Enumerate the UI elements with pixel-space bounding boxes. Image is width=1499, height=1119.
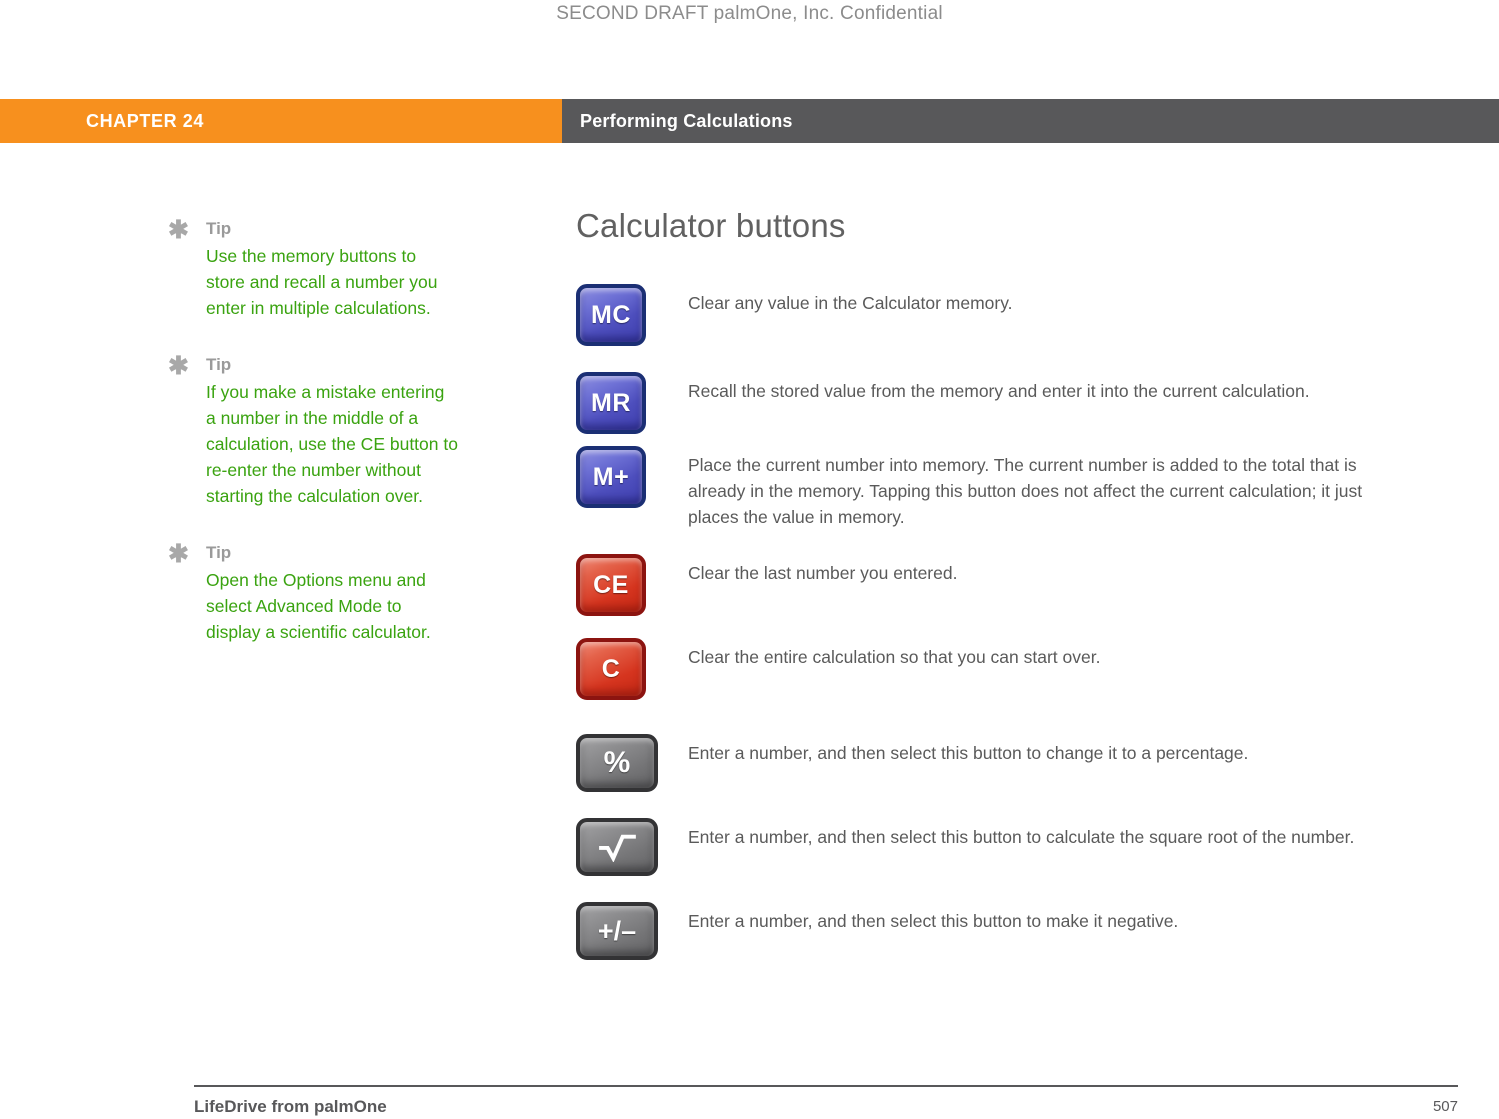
calculator-key-m-plus[interactable]: M+ bbox=[576, 446, 646, 508]
button-cell: MC bbox=[576, 284, 688, 346]
button-cell: % bbox=[576, 734, 688, 792]
chapter-title-label: Performing Calculations bbox=[580, 110, 793, 131]
tip-body: Tip Use the memory buttons to store and … bbox=[168, 218, 458, 321]
button-description: Clear any value in the Calculator memory… bbox=[688, 293, 1013, 313]
draft-confidential-header: SECOND DRAFT palmOne, Inc. Confidential bbox=[556, 3, 943, 24]
tip-item: ✱ Tip Open the Options menu and select A… bbox=[168, 542, 458, 645]
tip-item: ✱ Tip If you make a mistake entering a n… bbox=[168, 354, 458, 509]
tip-text: Open the Options menu and select Advance… bbox=[206, 570, 431, 642]
button-cell: M+ bbox=[576, 446, 688, 508]
calculator-key-mr[interactable]: MR bbox=[576, 372, 646, 434]
button-cell: MR bbox=[576, 372, 688, 434]
footer-divider bbox=[194, 1085, 1458, 1087]
calculator-button-row: CE Clear the last number you entered. bbox=[576, 554, 1366, 616]
calculator-key-plus-minus[interactable]: +/– bbox=[576, 902, 658, 960]
main-content: Calculator buttons MC Clear any value in… bbox=[576, 206, 1366, 960]
footer-page-number: 507 bbox=[1432, 1098, 1458, 1115]
calculator-button-row: M+ Place the current number into memory.… bbox=[576, 446, 1366, 530]
tip-text: Use the memory buttons to store and reca… bbox=[206, 246, 438, 318]
calculator-key-c[interactable]: C bbox=[576, 638, 646, 700]
calculator-button-row: MR Recall the stored value from the memo… bbox=[576, 372, 1366, 434]
asterisk-icon: ✱ bbox=[168, 216, 189, 244]
calculator-key-square-root[interactable] bbox=[576, 818, 658, 876]
button-description: Clear the entire calculation so that you… bbox=[688, 647, 1101, 667]
tip-text: If you make a mistake entering a number … bbox=[206, 382, 458, 506]
button-description: Recall the stored value from the memory … bbox=[688, 381, 1310, 401]
page-title: Calculator buttons bbox=[576, 207, 846, 244]
calculator-key-mc[interactable]: MC bbox=[576, 284, 646, 346]
calculator-button-row: Enter a number, and then select this but… bbox=[576, 818, 1366, 876]
calculator-key-percent[interactable]: % bbox=[576, 734, 658, 792]
footer-product-name: LifeDrive from palmOne bbox=[194, 1097, 387, 1116]
tip-body: Tip If you make a mistake entering a num… bbox=[168, 354, 458, 509]
button-description: Place the current number into memory. Th… bbox=[688, 455, 1363, 527]
button-cell: C bbox=[576, 638, 688, 700]
button-cell: CE bbox=[576, 554, 688, 616]
calculator-key-ce[interactable]: CE bbox=[576, 554, 646, 616]
chapter-title-band: Performing Calculations bbox=[562, 99, 1499, 143]
tip-label: Tip bbox=[206, 355, 232, 374]
calculator-button-row: % Enter a number, and then select this b… bbox=[576, 734, 1366, 792]
tip-item: ✱ Tip Use the memory buttons to store an… bbox=[168, 218, 458, 321]
button-description: Clear the last number you entered. bbox=[688, 563, 958, 583]
button-description: Enter a number, and then select this but… bbox=[688, 911, 1179, 931]
calculator-button-row: +/– Enter a number, and then select this… bbox=[576, 902, 1366, 960]
asterisk-icon: ✱ bbox=[168, 540, 189, 568]
calculator-button-row: C Clear the entire calculation so that y… bbox=[576, 638, 1366, 700]
button-description: Enter a number, and then select this but… bbox=[688, 743, 1249, 763]
calculator-button-row: MC Clear any value in the Calculator mem… bbox=[576, 284, 1366, 346]
tip-body: Tip Open the Options menu and select Adv… bbox=[168, 542, 458, 645]
tips-sidebar: ✱ Tip Use the memory buttons to store an… bbox=[168, 218, 458, 678]
button-cell: +/– bbox=[576, 902, 688, 960]
square-root-icon bbox=[599, 834, 636, 862]
asterisk-icon: ✱ bbox=[168, 352, 189, 380]
button-cell bbox=[576, 818, 688, 876]
chapter-number-band: CHAPTER 24 bbox=[0, 99, 562, 143]
tip-label: Tip bbox=[206, 543, 232, 562]
button-description: Enter a number, and then select this but… bbox=[688, 827, 1355, 847]
chapter-number-label: CHAPTER 24 bbox=[85, 110, 204, 131]
tip-label: Tip bbox=[206, 219, 232, 238]
chapter-banner: CHAPTER 24 Performing Calculations bbox=[0, 99, 1499, 143]
